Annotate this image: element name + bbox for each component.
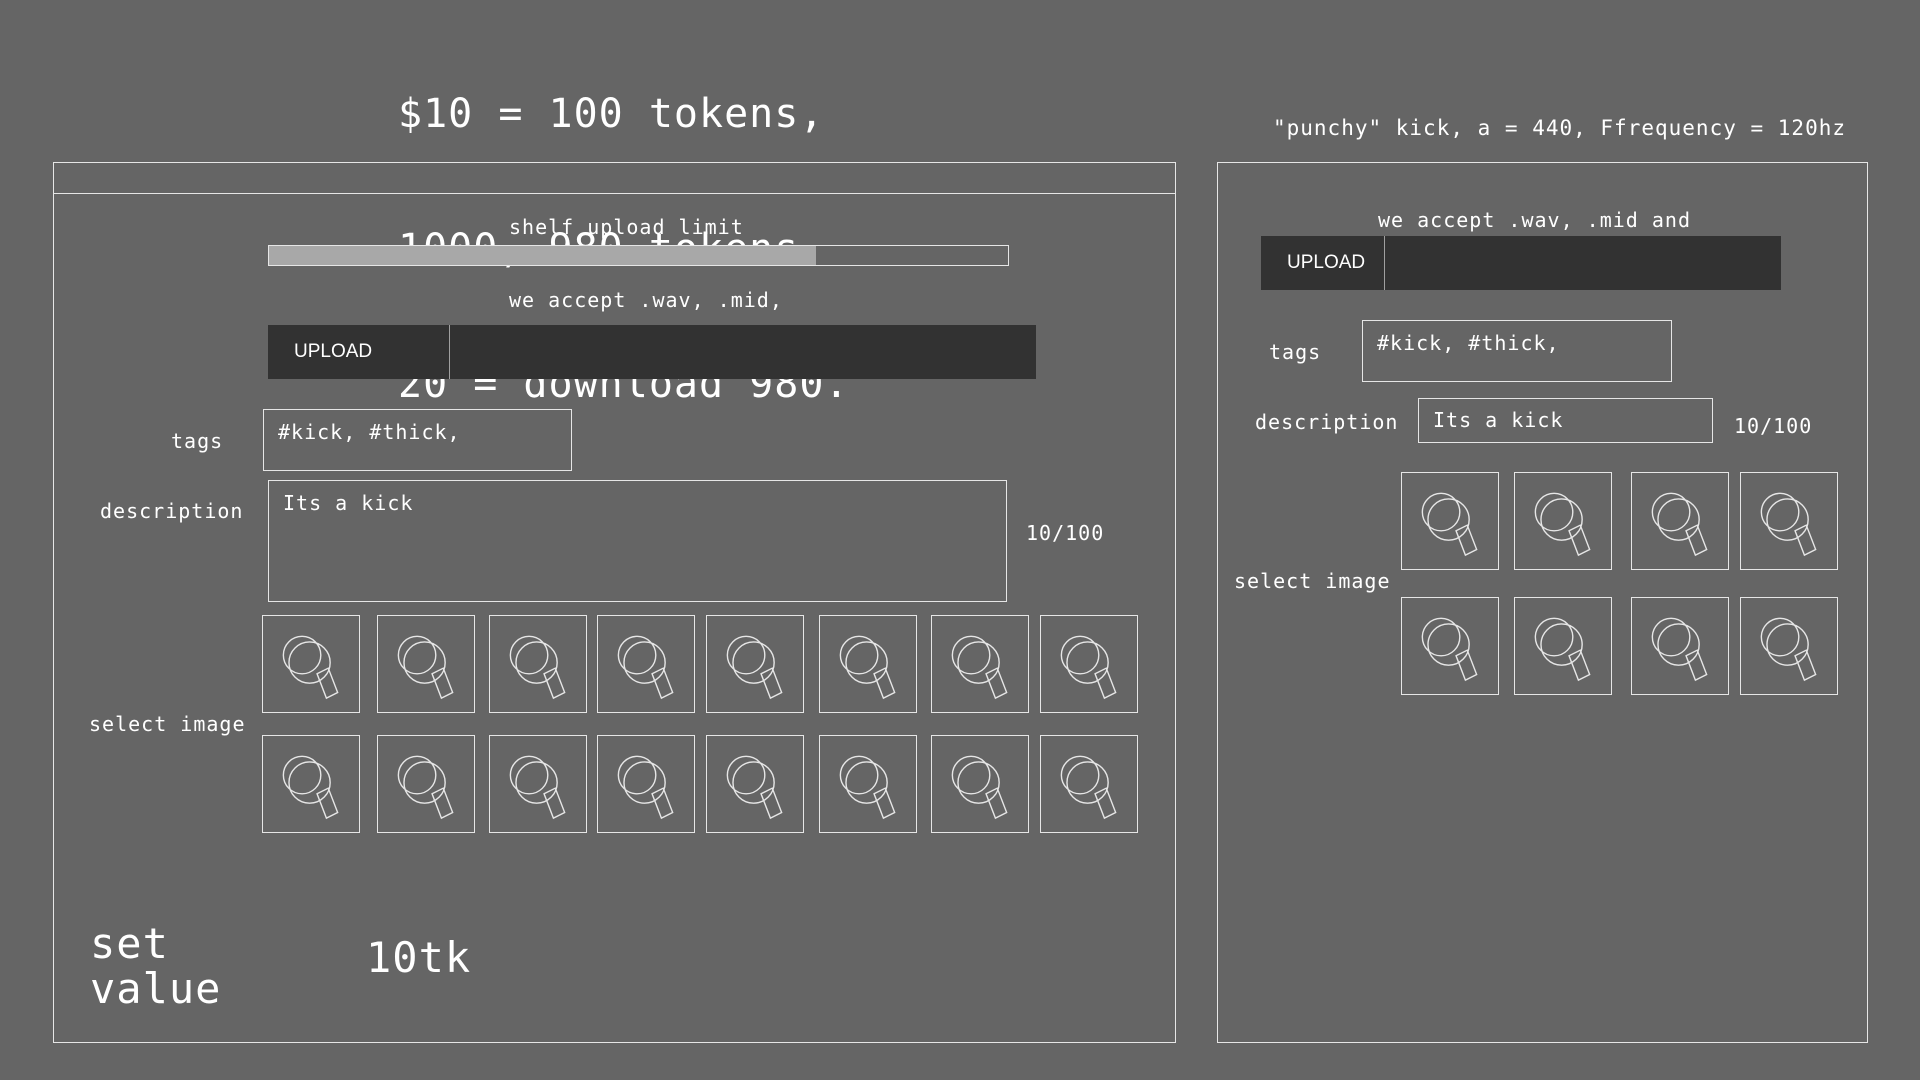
magnifier-icon — [1041, 616, 1137, 712]
magnifier-icon — [490, 736, 586, 832]
image-option[interactable] — [377, 735, 475, 833]
magnifier-icon — [707, 616, 803, 712]
tags-input-compact[interactable]: #kick, #thick, — [1362, 320, 1672, 382]
panel-title-bar — [54, 163, 1175, 194]
image-option[interactable] — [262, 735, 360, 833]
shelf-upload-progress — [268, 245, 1009, 266]
magnifier-icon — [263, 616, 359, 712]
tags-input[interactable]: #kick, #thick, — [263, 409, 572, 471]
image-option[interactable] — [1514, 597, 1612, 695]
token-value[interactable]: 10tk — [366, 935, 471, 980]
magnifier-icon — [1632, 598, 1728, 694]
magnifier-icon — [820, 616, 916, 712]
image-option[interactable] — [931, 735, 1029, 833]
upload-file-field[interactable] — [450, 325, 1036, 379]
magnifier-icon — [820, 736, 916, 832]
magnifier-icon — [1402, 598, 1498, 694]
image-option[interactable] — [597, 735, 695, 833]
description-label-compact: description — [1255, 410, 1399, 434]
magnifier-icon — [1515, 598, 1611, 694]
magnifier-icon — [1741, 598, 1837, 694]
description-input-compact[interactable]: Its a kick — [1418, 398, 1713, 443]
description-char-count-compact: 10/100 — [1734, 414, 1813, 438]
image-option[interactable] — [1631, 472, 1729, 570]
tags-label-compact: tags — [1269, 340, 1322, 364]
upload-button-compact[interactable]: UPLOAD — [1261, 236, 1385, 290]
set-value-line-2: value — [90, 964, 222, 1013]
description-label: description — [100, 499, 244, 523]
upload-panel-compact: we accept .wav, .mid and UPLOAD tags #ki… — [1217, 162, 1868, 1043]
image-option[interactable] — [931, 615, 1029, 713]
magnifier-icon — [1741, 473, 1837, 569]
tags-label: tags — [171, 429, 224, 453]
image-option[interactable] — [706, 615, 804, 713]
image-option[interactable] — [706, 735, 804, 833]
upload-button[interactable]: UPLOAD — [268, 325, 450, 379]
upload-file-field-compact[interactable] — [1385, 236, 1781, 290]
magnifier-icon — [378, 736, 474, 832]
image-option[interactable] — [1401, 472, 1499, 570]
image-option[interactable] — [489, 615, 587, 713]
magnifier-icon — [1041, 736, 1137, 832]
description-char-count: 10/100 — [1026, 521, 1105, 545]
image-option[interactable] — [1040, 615, 1138, 713]
magnifier-icon — [378, 616, 474, 712]
upload-bar-compact: UPLOAD — [1261, 236, 1781, 290]
image-option[interactable] — [1514, 472, 1612, 570]
pricing-note-line-1: $10 = 100 tokens, — [398, 91, 825, 137]
magnifier-icon — [598, 736, 694, 832]
image-option[interactable] — [1740, 472, 1838, 570]
set-value-label: set value — [90, 921, 221, 1011]
magnifier-icon — [1515, 473, 1611, 569]
select-image-label: select image — [89, 712, 246, 736]
magnifier-icon — [1402, 473, 1498, 569]
set-value-line-1: set — [90, 919, 169, 968]
magnifier-icon — [598, 616, 694, 712]
magnifier-icon — [707, 736, 803, 832]
upload-panel-large: shelf upload limit we accept .wav, .mid,… — [53, 162, 1176, 1043]
image-option[interactable] — [597, 615, 695, 713]
select-image-label-compact: select image — [1234, 569, 1391, 593]
image-option[interactable] — [489, 735, 587, 833]
shelf-upload-limit-label: shelf upload limit — [509, 215, 744, 239]
image-option[interactable] — [1401, 597, 1499, 695]
image-option[interactable] — [819, 735, 917, 833]
accepted-formats-text: we accept .wav, .mid, — [509, 288, 783, 312]
sound-description-note: "punchy" kick, a = 440, Ffrequency = 120… — [1272, 116, 1846, 140]
shelf-upload-progress-fill — [269, 246, 816, 265]
magnifier-icon — [932, 616, 1028, 712]
accepted-formats-text-compact: we accept .wav, .mid and — [1378, 208, 1691, 232]
description-textarea[interactable]: Its a kick — [268, 480, 1007, 602]
magnifier-icon — [490, 616, 586, 712]
magnifier-icon — [1632, 473, 1728, 569]
upload-bar: UPLOAD — [268, 325, 1036, 379]
magnifier-icon — [932, 736, 1028, 832]
image-option[interactable] — [819, 615, 917, 713]
image-option[interactable] — [1040, 735, 1138, 833]
image-option[interactable] — [1631, 597, 1729, 695]
image-option[interactable] — [262, 615, 360, 713]
image-option[interactable] — [1740, 597, 1838, 695]
image-option[interactable] — [377, 615, 475, 713]
magnifier-icon — [263, 736, 359, 832]
